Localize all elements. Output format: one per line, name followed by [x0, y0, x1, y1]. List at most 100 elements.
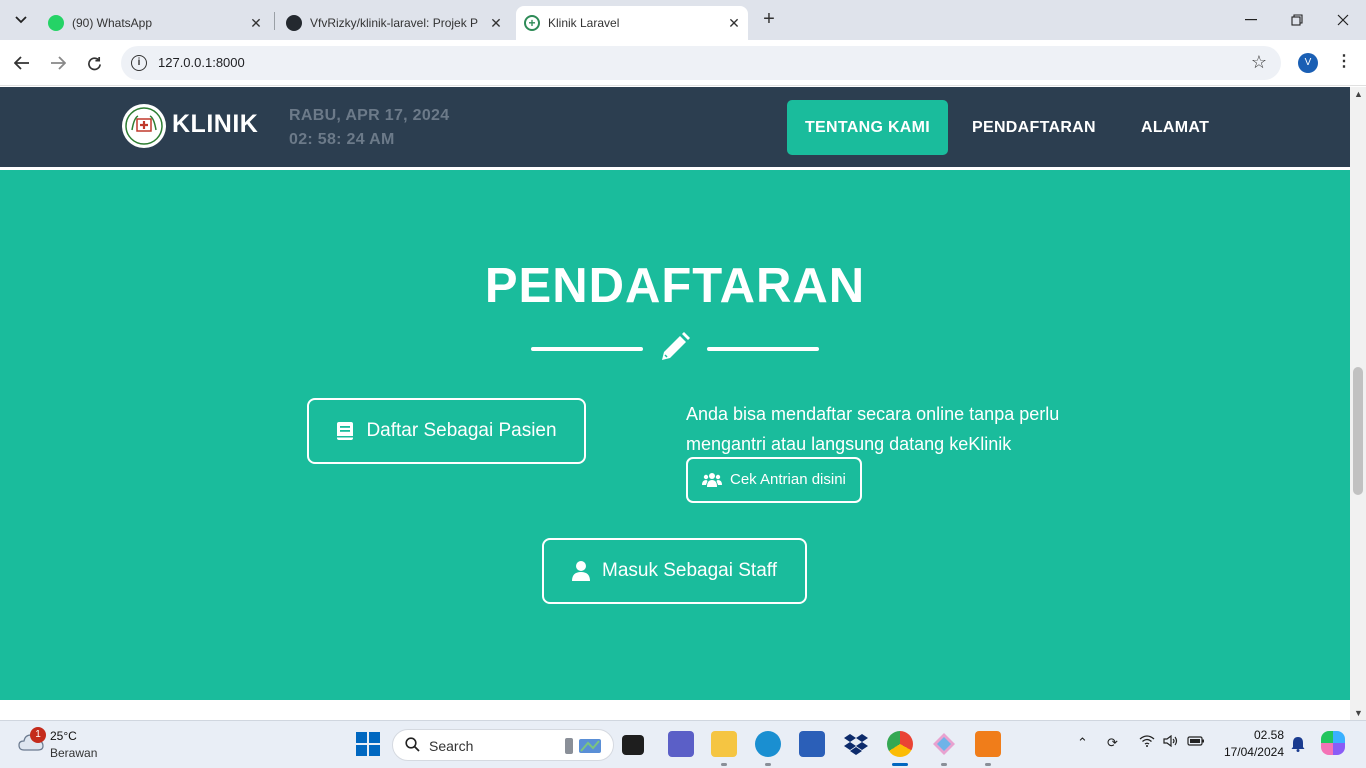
brand-name[interactable]: KLINIK [172, 110, 258, 139]
chrome-icon[interactable] [887, 731, 913, 757]
back-arrow-icon [14, 56, 29, 70]
reload-button[interactable] [82, 51, 106, 75]
tab-title: VfvRizky/klinik-laravel: Projek P [310, 16, 479, 30]
address-bar[interactable]: i 127.0.0.1:8000 ☆ [121, 46, 1281, 80]
browser-tab-strip: (90) WhatsApp ✕ VfvRizky/klinik-laravel:… [0, 0, 1366, 40]
whatsapp-icon [48, 15, 64, 31]
divider-line-right [707, 347, 819, 351]
page-scrollbar[interactable]: ▲ ▼ [1350, 87, 1366, 720]
file-explorer-icon[interactable] [711, 731, 737, 757]
bookmark-star-icon[interactable]: ☆ [1251, 52, 1267, 73]
close-icon [1337, 14, 1349, 26]
restore-icon [1291, 14, 1303, 26]
running-indicator [941, 763, 947, 766]
forward-button[interactable] [46, 51, 70, 75]
github-icon [286, 15, 302, 31]
page-viewport: KLINIK RABU, APR 17, 2024 02: 58: 24 AM … [0, 87, 1350, 720]
forward-arrow-icon [51, 56, 66, 70]
nav-pendaftaran[interactable]: PENDAFTARAN [956, 100, 1112, 155]
divider-line-left [531, 347, 643, 351]
taskbar-clock-time[interactable]: 02.58 [1226, 728, 1284, 742]
pendaftaran-section: PENDAFTARAN Daftar Sebagai Pasien Anda b… [0, 170, 1350, 700]
tab-title: Klinik Laravel [548, 16, 620, 30]
site-navbar: KLINIK RABU, APR 17, 2024 02: 58: 24 AM … [0, 87, 1350, 167]
new-tab-button[interactable]: + [758, 8, 780, 30]
copilot-icon[interactable] [1321, 731, 1345, 755]
minimize-button[interactable] [1228, 0, 1274, 40]
nav-alamat[interactable]: ALAMAT [1125, 100, 1225, 155]
nav-tentang-kami[interactable]: TENTANG KAMI [787, 100, 948, 155]
microsoft-store-icon[interactable] [799, 731, 825, 757]
klinik-icon: + [524, 15, 540, 31]
current-time: 02: 58: 24 AM [289, 131, 395, 148]
xampp-icon[interactable] [975, 731, 1001, 757]
windows-logo-icon [356, 732, 367, 743]
search-highlight-icon [565, 738, 601, 754]
chevron-down-icon [15, 16, 27, 24]
users-icon [702, 473, 722, 487]
daftar-pasien-button[interactable]: Daftar Sebagai Pasien [307, 398, 586, 464]
section-title: PENDAFTARAN [484, 259, 866, 313]
tab-title: (90) WhatsApp [72, 16, 153, 30]
current-date: RABU, APR 17, 2024 [289, 107, 450, 124]
tab-search-button[interactable] [8, 7, 34, 33]
taskbar-clock-date[interactable]: 17/04/2024 [1218, 745, 1284, 759]
chevron-up-icon[interactable]: ⌃ [1077, 735, 1088, 751]
clinic-logo[interactable] [122, 104, 166, 148]
url-text[interactable]: 127.0.0.1:8000 [158, 55, 245, 70]
paint-icon[interactable] [931, 731, 957, 757]
pencil-icon [662, 332, 690, 360]
registration-info-text: Anda bisa mendaftar secara online tanpa … [686, 404, 1060, 454]
browser-menu-icon[interactable]: ⋮ [1336, 51, 1352, 71]
tab-klinik[interactable]: + Klinik Laravel ✕ [516, 6, 748, 40]
wifi-icon[interactable] [1139, 735, 1155, 750]
sync-icon[interactable]: ⟳ [1107, 735, 1118, 751]
teams-icon[interactable] [668, 731, 694, 757]
windows-taskbar: 1 25°C Berawan Search ⌃ ⟳ 02.58 17/04/20… [0, 720, 1366, 768]
weather-condition-text[interactable]: Berawan [50, 746, 97, 760]
scroll-up-icon[interactable]: ▲ [1354, 89, 1363, 99]
daftar-pasien-label: Daftar Sebagai Pasien [366, 420, 557, 441]
close-window-button[interactable] [1320, 0, 1366, 40]
dropbox-icon[interactable] [843, 731, 869, 757]
restore-button[interactable] [1274, 0, 1320, 40]
close-icon[interactable]: ✕ [726, 15, 742, 32]
battery-icon[interactable] [1187, 735, 1205, 750]
running-indicator [721, 763, 727, 766]
browser-toolbar: i 127.0.0.1:8000 ☆ V ⋮ [0, 40, 1366, 86]
task-view-icon[interactable] [622, 735, 644, 755]
start-button[interactable] [355, 731, 381, 757]
profile-avatar[interactable]: V [1298, 53, 1318, 73]
scrollbar-thumb[interactable] [1353, 367, 1363, 495]
taskbar-search[interactable]: Search [392, 729, 614, 761]
masuk-staff-button[interactable]: Masuk Sebagai Staff [542, 538, 807, 604]
clinic-logo-icon [125, 107, 163, 145]
notification-bell-icon[interactable] [1291, 736, 1305, 755]
close-icon[interactable]: ✕ [248, 15, 264, 32]
edge-icon[interactable] [755, 731, 781, 757]
reload-icon [87, 56, 101, 70]
date-time-display: RABU, APR 17, 2024 02: 58: 24 AM [289, 104, 449, 152]
running-indicator [765, 763, 771, 766]
cek-antrian-button[interactable]: Cek Antrian disini [686, 457, 862, 503]
search-icon [405, 737, 420, 756]
tab-separator [274, 12, 275, 30]
cek-antrian-label: Cek Antrian disini [730, 471, 846, 488]
minimize-icon [1245, 19, 1257, 21]
registration-info: Anda bisa mendaftar secara online tanpa … [686, 399, 1066, 505]
user-icon [572, 561, 590, 581]
back-button[interactable] [10, 51, 34, 75]
book-icon [337, 422, 354, 440]
search-placeholder: Search [429, 738, 474, 754]
masuk-staff-label: Masuk Sebagai Staff [602, 560, 777, 581]
temperature-text[interactable]: 25°C [50, 729, 77, 743]
scroll-down-icon[interactable]: ▼ [1354, 708, 1363, 718]
active-app-indicator [892, 763, 908, 766]
site-info-icon[interactable]: i [131, 55, 147, 71]
volume-icon[interactable] [1163, 734, 1179, 750]
weather-notification-badge: 1 [30, 727, 46, 743]
close-icon[interactable]: ✕ [488, 15, 504, 32]
running-indicator [985, 763, 991, 766]
tab-github[interactable]: VfvRizky/klinik-laravel: Projek P ✕ [278, 6, 510, 40]
tab-whatsapp[interactable]: (90) WhatsApp ✕ [40, 6, 270, 40]
